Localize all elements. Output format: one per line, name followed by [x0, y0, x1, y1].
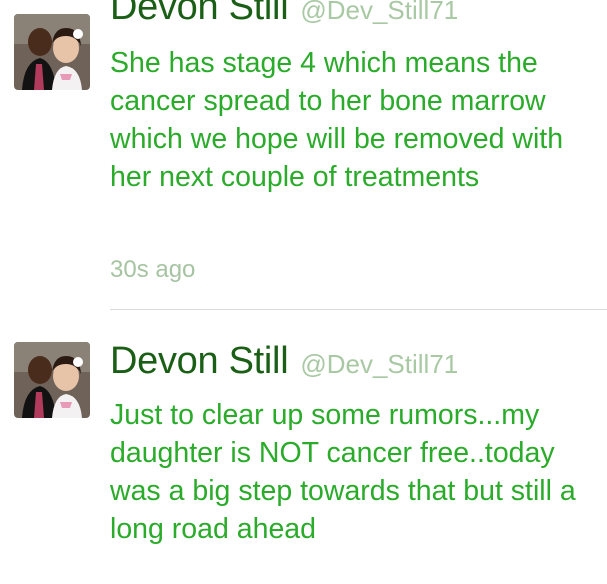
divider [110, 309, 607, 310]
profile-photo-icon [14, 342, 90, 418]
avatar[interactable] [14, 342, 90, 418]
tweet-feed: Devon Still @Dev_Still71 She has stage 4 … [0, 0, 607, 584]
display-name[interactable]: Devon Still [110, 340, 289, 382]
display-name[interactable]: Devon Still [110, 0, 289, 28]
user-handle[interactable]: @Dev_Still71 [300, 0, 458, 25]
tweet-text: Just to clear up some rumors...my daught… [110, 399, 576, 545]
avatar[interactable] [14, 14, 90, 90]
tweet-header: Devon Still @Dev_Still71 [110, 340, 458, 383]
tweet-text: She has stage 4 which means the cancer s… [110, 47, 564, 193]
tweet-timestamp[interactable]: 30s ago [110, 256, 195, 284]
profile-photo-icon [14, 14, 90, 90]
tweet-header: Devon Still @Dev_Still71 [110, 0, 458, 29]
user-handle[interactable]: @Dev_Still71 [300, 349, 458, 379]
